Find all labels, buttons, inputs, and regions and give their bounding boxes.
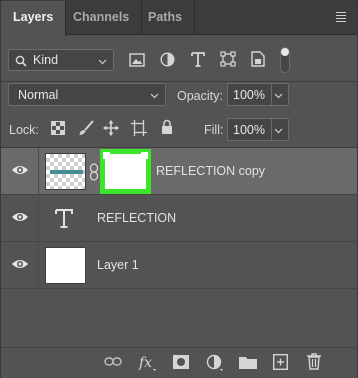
filter-shape-layers-icon[interactable] <box>220 51 236 67</box>
add-mask-icon[interactable] <box>173 355 189 369</box>
adjustment-layer-icon[interactable] <box>206 354 224 372</box>
trash-icon[interactable] <box>307 353 321 370</box>
search-icon <box>15 55 27 67</box>
filter-type-layers-icon[interactable] <box>191 52 205 67</box>
fx-icon[interactable]: fx <box>138 354 158 372</box>
layer-name[interactable]: Layer 1 <box>97 258 139 272</box>
blend-mode-dropdown[interactable]: Normal <box>8 83 166 106</box>
filter-pixel-layers-icon[interactable] <box>129 53 145 67</box>
tab-layers[interactable]: Layers <box>1 1 67 36</box>
thumbnail-text-preview <box>50 170 83 174</box>
visibility-eye-icon[interactable] <box>11 257 29 271</box>
fill-label: Fill: <box>204 123 224 137</box>
new-layer-icon[interactable] <box>273 354 288 370</box>
lock-label: Lock: <box>9 123 39 137</box>
opacity-label: Opacity: <box>177 89 223 103</box>
lock-transparent-pixels-icon[interactable] <box>51 121 65 135</box>
filter-toggle-switch[interactable] <box>280 47 290 73</box>
layers-panel: Layers Channels Paths Kind Normal Opacit… <box>0 0 358 378</box>
fill-field[interactable]: 100% <box>227 118 289 141</box>
chevron-down-icon <box>98 59 107 65</box>
panel-menu-icon[interactable] <box>333 9 349 25</box>
layer-name[interactable]: REFLECTION copy <box>156 164 265 178</box>
lock-all-icon[interactable] <box>161 119 173 135</box>
lock-image-pixels-icon[interactable] <box>78 120 94 136</box>
tab-channels[interactable]: Channels <box>61 1 143 35</box>
new-group-icon[interactable] <box>239 355 257 369</box>
link-layers-icon[interactable] <box>104 356 122 368</box>
blend-mode-value: Normal <box>18 88 59 102</box>
lock-artboard-icon[interactable] <box>131 120 147 136</box>
layer-row-layer-1[interactable]: Layer 1 <box>1 242 357 289</box>
tab-paths[interactable]: Paths <box>136 1 196 35</box>
visibility-eye-icon[interactable] <box>11 163 29 177</box>
chevron-down-icon[interactable] <box>274 93 283 99</box>
layer-name[interactable]: REFLECTION <box>97 211 176 225</box>
layer-row-reflection[interactable]: REFLECTION <box>1 195 357 242</box>
chevron-down-icon[interactable] <box>274 128 283 134</box>
visibility-eye-icon[interactable] <box>11 210 29 224</box>
type-layer-icon <box>55 209 73 228</box>
filter-adjustment-layers-icon[interactable] <box>160 52 175 67</box>
opacity-field[interactable]: 100% <box>227 83 289 106</box>
layer-mask-thumbnail[interactable] <box>100 149 151 194</box>
svg-text:fx: fx <box>138 355 152 371</box>
fill-value[interactable]: 100% <box>233 123 265 137</box>
filter-smart-objects-icon[interactable] <box>251 51 265 67</box>
panel-tab-bar: Layers Channels Paths <box>1 1 357 36</box>
layer-thumbnail[interactable] <box>45 247 86 284</box>
layer-row-reflection-copy[interactable]: REFLECTION copy <box>1 148 357 195</box>
opacity-value[interactable]: 100% <box>233 88 265 102</box>
layer-thumbnail[interactable] <box>45 153 86 190</box>
mask-link-icon[interactable] <box>89 163 99 181</box>
layers-footer-toolbar: fx <box>1 347 357 378</box>
filter-kind-dropdown[interactable]: Kind <box>8 49 114 71</box>
chevron-down-icon <box>150 93 159 99</box>
lock-position-icon[interactable] <box>103 120 119 136</box>
filter-kind-label: Kind <box>33 53 59 67</box>
